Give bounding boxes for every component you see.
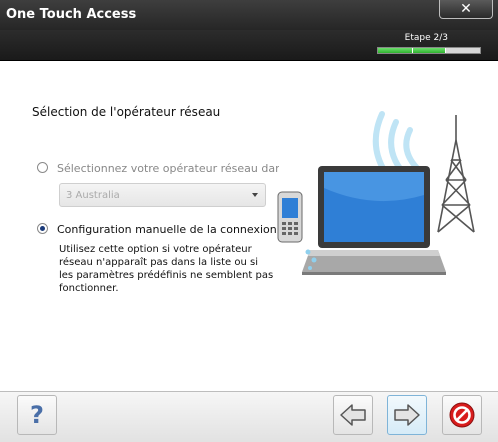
close-button[interactable]: ✕	[439, 0, 493, 19]
option-manual-description: Utilisez cette option si votre opérateur…	[59, 244, 274, 294]
arrow-left-icon	[340, 404, 366, 426]
stop-icon	[449, 402, 475, 428]
mobile-phone-icon	[277, 191, 303, 243]
network-illustration	[277, 111, 475, 275]
operator-select-value: 3 Australia	[66, 190, 120, 201]
close-icon: ✕	[460, 1, 472, 17]
step-label: Etape 2/3	[404, 33, 448, 43]
step-bar: Etape 2/3	[0, 30, 498, 61]
radio-manual-config[interactable]	[37, 223, 48, 234]
title-bar: One Touch Access ✕	[0, 0, 498, 30]
laptop-icon	[302, 166, 446, 275]
option-manual-config-label[interactable]: Configuration manuelle de la connexion	[57, 223, 277, 236]
help-icon: ?	[30, 401, 44, 429]
section-title: Sélection de l'opérateur réseau	[32, 105, 221, 119]
chevron-down-icon	[252, 193, 258, 197]
cancel-button[interactable]	[442, 395, 482, 435]
back-button[interactable]	[333, 395, 373, 435]
window-title: One Touch Access	[6, 7, 137, 22]
option-operator-list-label[interactable]: Sélectionnez votre opérateur réseau dans…	[57, 162, 279, 175]
progress-divider	[411, 48, 413, 53]
help-button[interactable]: ?	[17, 395, 57, 435]
footer-toolbar: ?	[0, 391, 498, 442]
antenna-tower-icon	[437, 115, 475, 233]
arrow-right-icon	[394, 404, 420, 426]
progress-divider	[445, 48, 447, 53]
step-progress-bar	[377, 47, 481, 54]
radio-operator-list[interactable]	[37, 162, 48, 173]
next-button[interactable]	[387, 395, 427, 435]
operator-select[interactable]: 3 Australia	[59, 183, 266, 207]
